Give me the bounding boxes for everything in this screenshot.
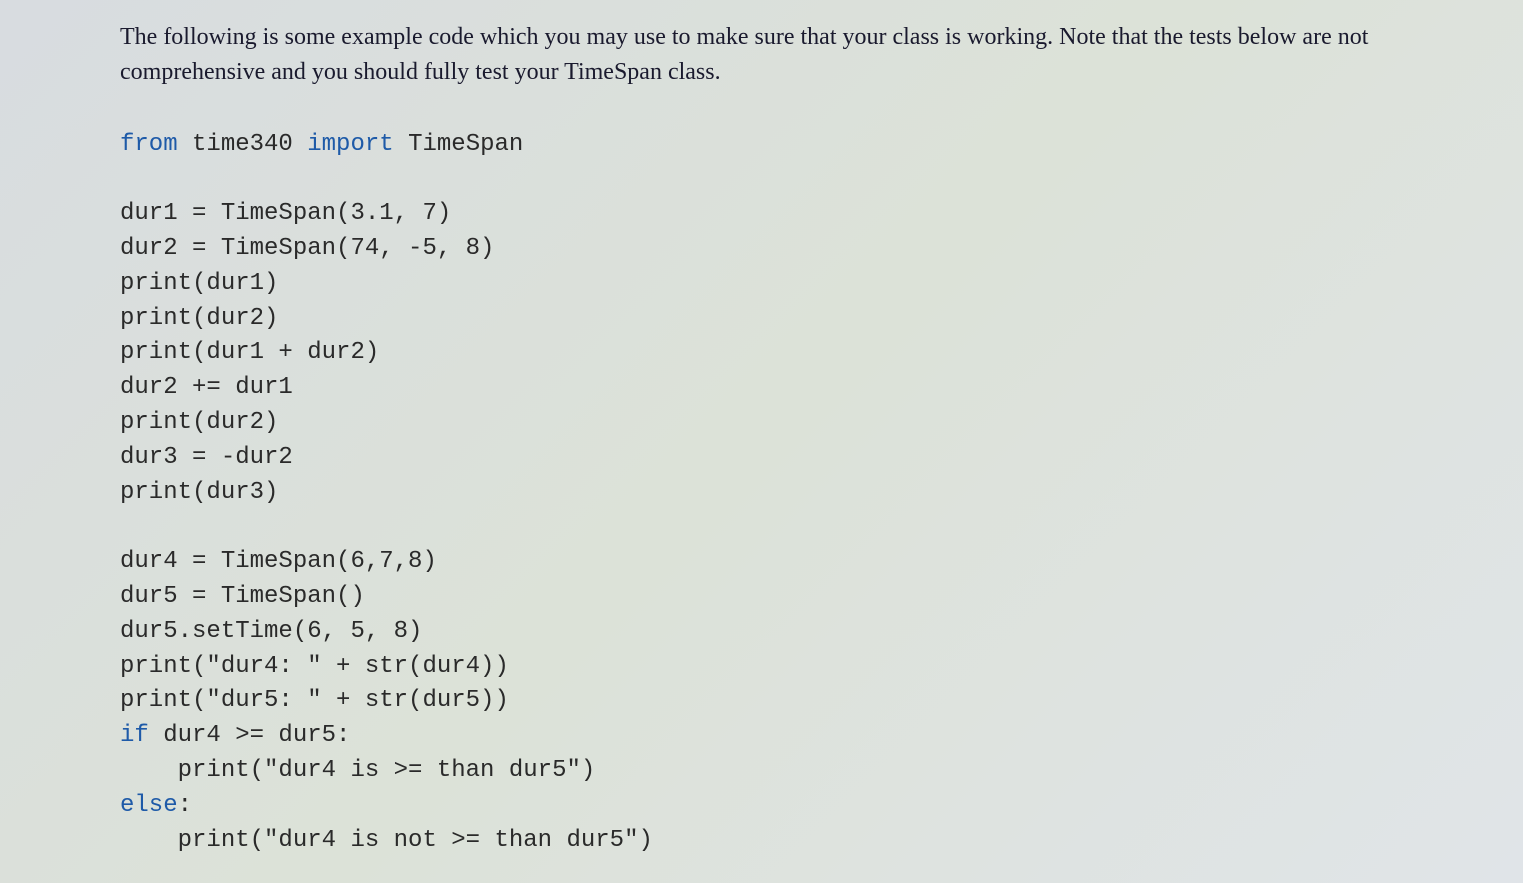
- code-line-print-dur2b: print(dur2): [120, 409, 278, 436]
- keyword-if: if: [120, 722, 149, 749]
- code-line-print-dur3: print(dur3): [120, 479, 278, 506]
- code-line-print-sum: print(dur1 + dur2): [120, 339, 379, 366]
- code-line-print-dur2: print(dur2): [120, 305, 278, 332]
- keyword-import: import: [307, 131, 393, 158]
- module-name: time340: [192, 131, 293, 158]
- code-line-if-body: print("dur4 is >= than dur5"): [120, 757, 595, 784]
- import-name: TimeSpan: [408, 131, 523, 158]
- code-line-print-dur1: print(dur1): [120, 270, 278, 297]
- code-block: from time340 import TimeSpan dur1 = Time…: [120, 128, 1463, 859]
- if-condition: dur4 >= dur5:: [149, 722, 351, 749]
- code-line-dur4: dur4 = TimeSpan(6,7,8): [120, 548, 437, 575]
- code-line-else-body: print("dur4 is not >= than dur5"): [120, 827, 653, 854]
- code-line-iadd: dur2 += dur1: [120, 374, 293, 401]
- keyword-from: from: [120, 131, 178, 158]
- keyword-else: else: [120, 792, 178, 819]
- code-line-settime: dur5.setTime(6, 5, 8): [120, 618, 422, 645]
- code-line-dur3: dur3 = -dur2: [120, 444, 293, 471]
- intro-paragraph: The following is some example code which…: [120, 20, 1463, 90]
- else-colon: :: [178, 792, 192, 819]
- code-line-print-dur4: print("dur4: " + str(dur4)): [120, 653, 509, 680]
- code-line-dur5: dur5 = TimeSpan(): [120, 583, 365, 610]
- code-line-dur1: dur1 = TimeSpan(3.1, 7): [120, 200, 451, 227]
- code-line-dur2: dur2 = TimeSpan(74, -5, 8): [120, 235, 494, 262]
- intro-line-1: The following is some example code which…: [120, 24, 1053, 50]
- code-line-print-dur5: print("dur5: " + str(dur5)): [120, 687, 509, 714]
